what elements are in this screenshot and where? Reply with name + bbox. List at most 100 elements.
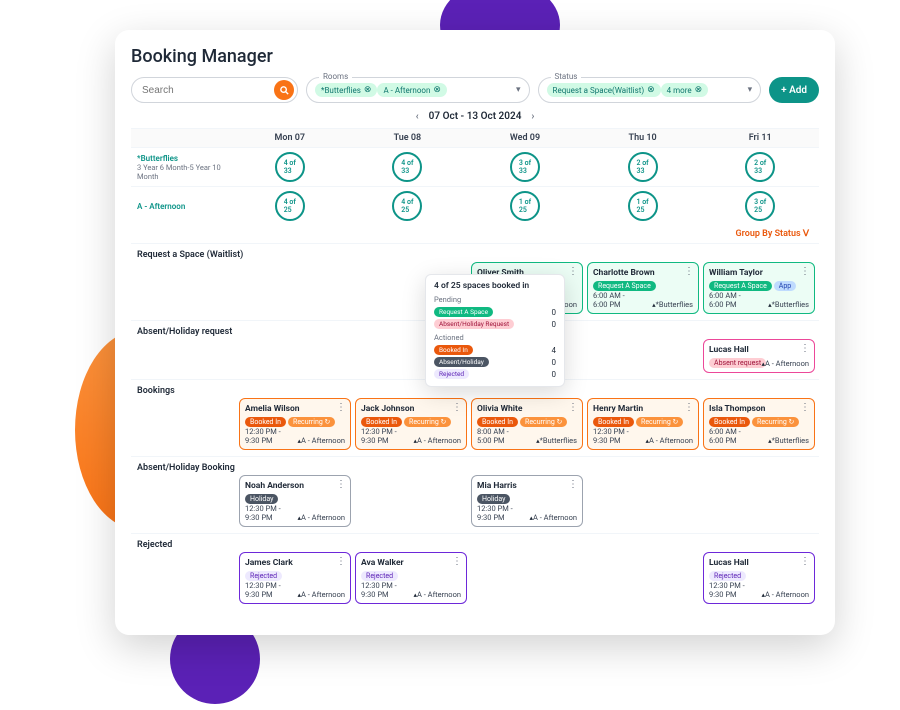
date-range-label: 07 Oct - 13 Oct 2024 (429, 111, 522, 122)
status-pill: Booked In (245, 417, 286, 427)
chip-remove-icon[interactable]: ⊗ (433, 85, 441, 95)
room-label: A - Afternoon (131, 186, 231, 225)
booking-name: Henry Martin (593, 404, 693, 414)
chip-remove-icon[interactable]: ⊗ (364, 85, 372, 95)
status-pill: App (774, 281, 796, 291)
capacity-indicator[interactable]: 4 of25 (275, 191, 305, 221)
filter-chip[interactable]: Request a Space(Waitlist) ⊗ (547, 83, 661, 97)
booking-name: Ava Walker (361, 558, 461, 568)
add-button[interactable]: + Add (769, 77, 819, 103)
status-pill: Booked In (709, 417, 750, 427)
popover-pill: Request A Space (434, 307, 493, 317)
status-pill: Rejected (245, 571, 282, 581)
rooms-filter[interactable]: Rooms *Butterflies ⊗A - Afternoon ⊗ ▾ (306, 77, 530, 103)
section-title: Rejected (131, 533, 819, 552)
status-pill: Rejected (709, 571, 746, 581)
booking-card[interactable]: ⋮ William Taylor Request A SpaceApp 6:00… (703, 262, 815, 314)
booking-card[interactable]: ⋮ Henry Martin Booked InRecurring ↻ 12:3… (587, 398, 699, 450)
status-filter[interactable]: Status Request a Space(Waitlist) ⊗4 more… (538, 77, 762, 103)
popover-pill: Booked In (434, 345, 473, 355)
booking-name: Jack Johnson (361, 404, 461, 414)
card-menu-icon[interactable]: ⋮ (800, 556, 810, 567)
capacity-indicator[interactable]: 4 of25 (392, 191, 422, 221)
booking-card[interactable]: ⋮ Olivia White Booked InRecurring ↻ 8:00… (471, 398, 583, 450)
card-menu-icon[interactable]: ⋮ (800, 343, 810, 354)
booking-name: Olivia White (477, 404, 577, 414)
card-menu-icon[interactable]: ⋮ (452, 402, 462, 413)
booking-name: Isla Thompson (709, 404, 809, 414)
booking-room: A - Afternoon (413, 436, 461, 445)
date-range-nav: ‹ 07 Oct - 13 Oct 2024 › (131, 111, 819, 122)
capacity-indicator[interactable]: 3 of25 (745, 191, 775, 221)
booking-name: Charlotte Brown (593, 268, 693, 278)
booking-room: A - Afternoon (297, 590, 345, 599)
booking-room: *Butterflies (652, 300, 693, 309)
status-pill: Recurring ↻ (752, 417, 799, 427)
booking-card[interactable]: ⋮ Noah Anderson Holiday 12:30 PM -9:30 P… (239, 475, 351, 527)
search-field[interactable] (131, 77, 298, 103)
booking-card[interactable]: ⋮ James Clark Rejected 12:30 PM -9:30 PM… (239, 552, 351, 604)
chip-remove-icon[interactable]: ⊗ (647, 85, 655, 95)
popover-pill: Absent/Holiday Request (434, 319, 514, 329)
group-by-toggle[interactable]: Group By Status ᐯ (131, 225, 819, 243)
capacity-indicator[interactable]: 4 of33 (392, 152, 422, 182)
section-title: Request a Space (Waitlist) (131, 243, 819, 262)
card-menu-icon[interactable]: ⋮ (800, 402, 810, 413)
prev-week-button[interactable]: ‹ (416, 111, 419, 122)
filter-chip[interactable]: A - Afternoon ⊗ (377, 83, 446, 97)
status-pill: Recurring ↻ (288, 417, 335, 427)
status-pill: Holiday (245, 494, 278, 504)
day-header: Wed 09 (466, 128, 584, 147)
booking-card[interactable]: ⋮ Jack Johnson Booked InRecurring ↻ 12:3… (355, 398, 467, 450)
booking-card[interactable]: ⋮ Amelia Wilson Booked InRecurring ↻ 12:… (239, 398, 351, 450)
capacity-indicator[interactable]: 4 of33 (275, 152, 305, 182)
filter-chip[interactable]: 4 more ⊗ (661, 83, 708, 97)
card-menu-icon[interactable]: ⋮ (568, 266, 578, 277)
card-menu-icon[interactable]: ⋮ (684, 402, 694, 413)
card-menu-icon[interactable]: ⋮ (336, 402, 346, 413)
card-menu-icon[interactable]: ⋮ (568, 402, 578, 413)
filter-chip[interactable]: *Butterflies ⊗ (315, 83, 377, 97)
booking-card[interactable]: ⋮ Ava Walker Rejected 12:30 PM -9:30 PM … (355, 552, 467, 604)
section-title: Absent/Holiday Booking (131, 456, 819, 475)
popover-pill: Rejected (434, 369, 469, 379)
card-menu-icon[interactable]: ⋮ (684, 266, 694, 277)
search-input[interactable] (142, 85, 274, 96)
card-menu-icon[interactable]: ⋮ (800, 266, 810, 277)
capacity-indicator[interactable]: 1 of25 (628, 191, 658, 221)
next-week-button[interactable]: › (531, 111, 534, 122)
status-pill: Recurring ↻ (404, 417, 451, 427)
search-icon[interactable] (274, 80, 294, 100)
booking-room: A - Afternoon (761, 359, 809, 368)
status-pill: Request A Space (709, 281, 772, 291)
capacity-indicator[interactable]: 2 of33 (745, 152, 775, 182)
page-title: Booking Manager (131, 46, 819, 67)
card-menu-icon[interactable]: ⋮ (452, 556, 462, 567)
card-menu-icon[interactable]: ⋮ (336, 556, 346, 567)
booking-name: Amelia Wilson (245, 404, 345, 414)
booking-card[interactable]: ⋮ Lucas Hall Absent request A - Afternoo… (703, 339, 815, 373)
booking-room: A - Afternoon (529, 513, 577, 522)
card-menu-icon[interactable]: ⋮ (336, 479, 346, 490)
booking-card[interactable]: ⋮ Isla Thompson Booked InRecurring ↻ 6:0… (703, 398, 815, 450)
capacity-indicator[interactable]: 1 of25 (510, 191, 540, 221)
chip-remove-icon[interactable]: ⊗ (695, 85, 703, 95)
card-menu-icon[interactable]: ⋮ (568, 479, 578, 490)
booking-name: William Taylor (709, 268, 809, 278)
status-pill: Holiday (477, 494, 510, 504)
popover-pill: Absent/Holiday (434, 357, 489, 367)
capacity-indicator[interactable]: 3 of33 (510, 152, 540, 182)
chevron-down-icon: ▾ (516, 85, 521, 95)
day-header: Mon 07 (231, 128, 349, 147)
booking-manager-panel: Booking Manager Rooms *Butterflies ⊗A - … (115, 30, 835, 635)
booking-room: *Butterflies (768, 300, 809, 309)
booking-card[interactable]: ⋮ Lucas Hall Rejected 12:30 PM -9:30 PM … (703, 552, 815, 604)
booking-room: A - Afternoon (645, 436, 693, 445)
status-pill: Recurring ↻ (636, 417, 683, 427)
booking-name: James Clark (245, 558, 345, 568)
day-header: Tue 08 (349, 128, 467, 147)
booking-card[interactable]: ⋮ Mia Harris Holiday 12:30 PM -9:30 PM A… (471, 475, 583, 527)
capacity-indicator[interactable]: 2 of33 (628, 152, 658, 182)
booking-card[interactable]: ⋮ Charlotte Brown Request A Space 6:00 A… (587, 262, 699, 314)
capacity-popover: 4 of 25 spaces booked in Pending Request… (425, 274, 565, 387)
